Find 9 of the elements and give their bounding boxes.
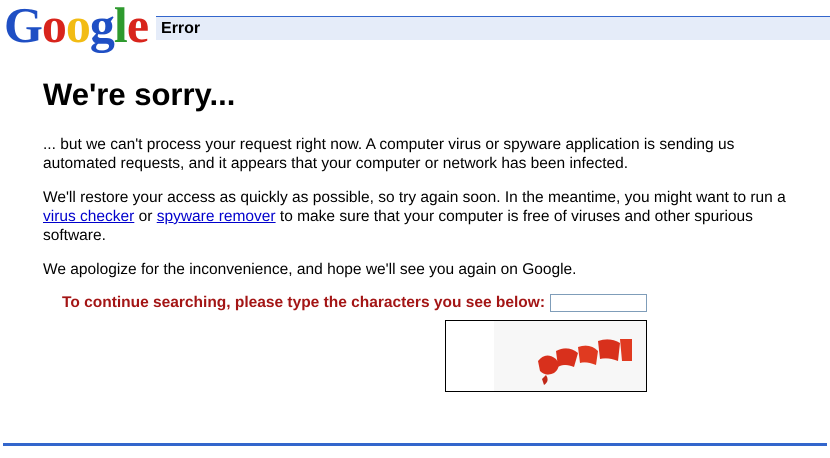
link[interactable]: virus checker bbox=[43, 208, 134, 225]
paragraph: We apologize for the inconvenience, and hope we'll see you again on Google. bbox=[43, 260, 578, 279]
link[interactable]: spyware remover bbox=[156, 208, 276, 225]
captcha-prompt: To continue searching, please type the characters you see below: bbox=[62, 294, 545, 312]
heading: We're sorry... bbox=[43, 77, 236, 113]
paragraph: ... but we can't process your request right now. A computer virus or spyware application is sending us automated requests, and it appears that your computer or network has been infected. bbox=[43, 135, 736, 173]
page-title: Error bbox=[161, 20, 200, 38]
input-field[interactable] bbox=[550, 294, 647, 312]
paragraph: We'll restore your access as quickly as possible, so try again soon. In the meantime, you might want to run a virus checker or spyware remover to make sure that your computer is free of viruses and other spurious software. bbox=[43, 188, 787, 245]
